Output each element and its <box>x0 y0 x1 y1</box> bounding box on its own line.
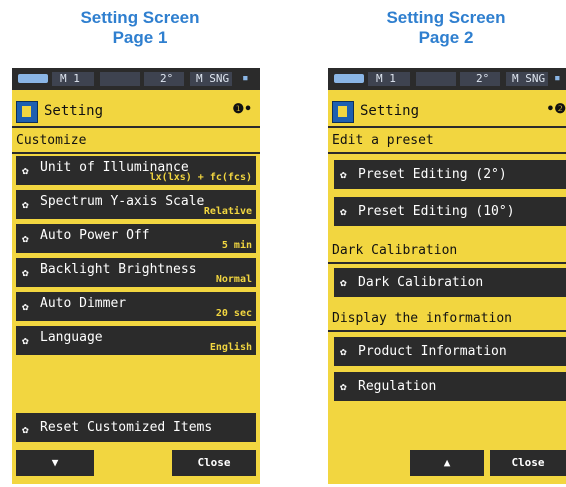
reset-label: Reset Customized Items <box>40 420 213 435</box>
status-blank-segment <box>416 72 456 86</box>
menu-item-label: Product Information <box>358 344 507 359</box>
menu-item-label: Preset Editing (10°) <box>358 204 515 219</box>
title-divider <box>12 126 260 128</box>
page2-caption: Setting Screen Page 2 <box>326 8 566 48</box>
menu-item-label: Spectrum Y-axis Scale <box>40 194 205 209</box>
reset-customized-items-button[interactable]: ✿ Reset Customized Items <box>16 413 256 442</box>
close-label: Close <box>197 456 231 469</box>
page-down-button[interactable]: ▼ <box>16 450 94 476</box>
menu-item-value: 5 min <box>221 240 252 251</box>
section-edit-preset: Edit a preset <box>332 133 434 148</box>
menu-item-regulation[interactable]: ✿ Regulation <box>334 372 566 401</box>
menu-item-product-information[interactable]: ✿ Product Information <box>334 337 566 366</box>
lock-icon: ▪ <box>554 71 561 84</box>
menu-item-label: Backlight Brightness <box>40 262 197 277</box>
menu-item-backlight-brightness[interactable]: ✿ Backlight Brightness Normal <box>16 258 256 287</box>
title-bar: Setting ❶• <box>12 98 260 124</box>
status-blank-segment <box>100 72 140 86</box>
status-bar: M 1 2° M SNG ▪ <box>328 68 566 90</box>
page-indicator: •❷ <box>546 102 566 117</box>
menu-item-value: 20 sec <box>215 308 252 319</box>
chevron-down-icon: ▼ <box>51 456 59 469</box>
gear-icon: ✿ <box>22 300 29 313</box>
page1-caption-page: Page 1 <box>112 28 168 47</box>
section-line <box>328 262 566 264</box>
menu-item-label: Auto Dimmer <box>40 296 127 311</box>
menu-item-label: Regulation <box>358 379 437 394</box>
page1-caption: Setting Screen Page 1 <box>20 8 260 48</box>
gear-icon: ✿ <box>22 164 29 177</box>
gear-icon: ✿ <box>340 205 347 218</box>
setting-icon <box>16 101 38 123</box>
status-mode: M 1 <box>376 72 396 85</box>
menu-item-auto-dimmer[interactable]: ✿ Auto Dimmer 20 sec <box>16 292 256 321</box>
page2-caption-title: Setting Screen <box>386 8 506 27</box>
gear-icon: ✿ <box>22 423 29 436</box>
gear-icon: ✿ <box>22 334 29 347</box>
menu-item-auto-power-off[interactable]: ✿ Auto Power Off 5 min <box>16 224 256 253</box>
menu-item-dark-calibration[interactable]: ✿ Dark Calibration <box>334 268 566 297</box>
title-divider <box>328 126 566 128</box>
gear-icon: ✿ <box>340 276 347 289</box>
page-title: Setting <box>44 103 104 119</box>
page1-caption-title: Setting Screen <box>80 8 200 27</box>
section-customize: Customize <box>16 133 87 148</box>
section-display-information: Display the information <box>332 311 513 326</box>
page-indicator: ❶• <box>232 102 252 117</box>
menu-item-label: Language <box>40 330 103 345</box>
setting-screen-page2: M 1 2° M SNG ▪ Setting •❷ Edit a preset … <box>328 68 566 484</box>
gear-icon: ✿ <box>22 266 29 279</box>
menu-item-value: Relative <box>203 206 252 217</box>
chevron-up-icon: ▲ <box>443 456 451 469</box>
gear-icon: ✿ <box>340 380 347 393</box>
gear-icon: ✿ <box>22 198 29 211</box>
setting-screen-page1: M 1 2° M SNG ▪ Setting ❶• Customize ✿ Un… <box>12 68 260 484</box>
setting-icon <box>332 101 354 123</box>
section-dark-calibration: Dark Calibration <box>332 243 458 258</box>
status-measure: M SNG <box>512 72 546 85</box>
status-mode: M 1 <box>60 72 80 85</box>
menu-item-label: Preset Editing (2°) <box>358 167 507 182</box>
menu-item-spectrum-y-axis-scale[interactable]: ✿ Spectrum Y-axis Scale Relative <box>16 190 256 219</box>
lock-icon: ▪ <box>242 71 249 84</box>
page-up-button[interactable]: ▲ <box>410 450 484 476</box>
menu-item-preset-editing-2[interactable]: ✿ Preset Editing (2°) <box>334 160 566 189</box>
menu-item-language[interactable]: ✿ Language English <box>16 326 256 355</box>
gear-icon: ✿ <box>22 232 29 245</box>
title-bar: Setting •❷ <box>328 98 566 124</box>
menu-item-value: Normal <box>215 274 252 285</box>
menu-item-label: Auto Power Off <box>40 228 150 243</box>
status-bar: M 1 2° M SNG ▪ <box>12 68 260 90</box>
battery-icon <box>334 74 364 83</box>
menu-item-preset-editing-10[interactable]: ✿ Preset Editing (10°) <box>334 197 566 226</box>
menu-item-value: English <box>209 342 252 353</box>
close-button[interactable]: Close <box>490 450 566 476</box>
menu-item-value: lx(lxs) + fc(fcs) <box>149 172 252 183</box>
menu-item-unit-of-illuminance[interactable]: ✿ Unit of Illuminance lx(lxs) + fc(fcs) <box>16 156 256 185</box>
battery-icon <box>18 74 48 83</box>
close-button[interactable]: Close <box>172 450 256 476</box>
close-label: Close <box>511 456 545 469</box>
section-line <box>328 152 566 154</box>
status-angle: 2° <box>476 72 490 85</box>
page-title: Setting <box>360 103 420 119</box>
section-line <box>328 330 566 332</box>
menu-item-label: Dark Calibration <box>358 275 484 290</box>
status-measure: M SNG <box>196 72 230 85</box>
section-line <box>12 152 260 154</box>
gear-icon: ✿ <box>340 168 347 181</box>
page2-caption-page: Page 2 <box>418 28 474 47</box>
gear-icon: ✿ <box>340 345 347 358</box>
status-angle: 2° <box>160 72 174 85</box>
